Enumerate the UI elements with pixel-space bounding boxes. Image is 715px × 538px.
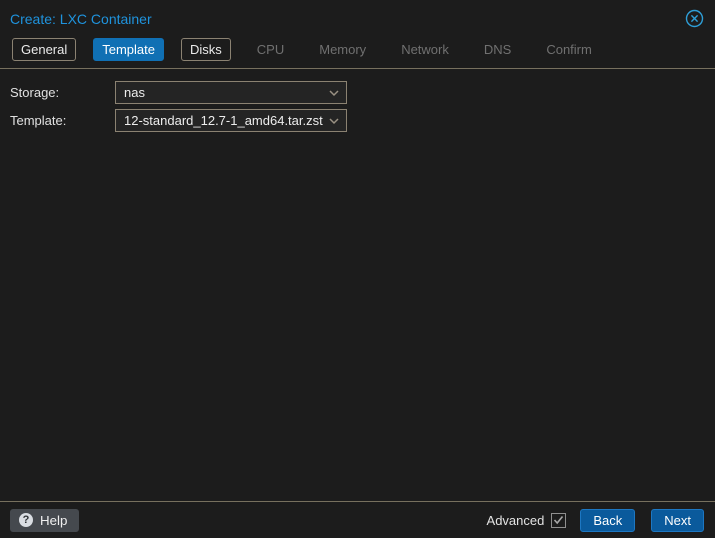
footer-actions: Advanced Back Next <box>486 508 704 532</box>
chevron-down-icon[interactable] <box>328 117 340 125</box>
template-panel: Storage: nas Template: 12-standard_12.7-… <box>0 69 715 501</box>
close-icon[interactable] <box>685 9 704 28</box>
help-button[interactable]: ? Help <box>10 508 80 532</box>
storage-select[interactable]: nas <box>115 81 347 104</box>
next-button[interactable]: Next <box>651 508 704 532</box>
back-button[interactable]: Back <box>580 508 636 532</box>
tab-disks[interactable]: Disks <box>181 38 231 61</box>
template-value: 12-standard_12.7-1_amd64.tar.zst <box>124 113 323 128</box>
template-select[interactable]: 12-standard_12.7-1_amd64.tar.zst <box>115 109 347 132</box>
tab-network: Network <box>401 42 449 57</box>
chevron-down-icon <box>329 117 339 124</box>
template-row: Template: 12-standard_12.7-1_amd64.tar.z… <box>10 109 705 132</box>
tab-dns: DNS <box>483 42 512 57</box>
tab-cpu: CPU <box>256 42 285 57</box>
dialog-titlebar: Create: LXC Container <box>0 0 715 34</box>
tab-template[interactable]: Template <box>93 38 164 61</box>
question-circle-icon: ? <box>19 513 33 527</box>
circle-x-icon <box>685 9 704 28</box>
wizard-tabbar: General Template Disks CPU Memory Networ… <box>0 34 715 69</box>
check-icon <box>554 515 564 525</box>
chevron-down-icon <box>329 89 339 96</box>
tab-confirm: Confirm <box>546 42 592 57</box>
chevron-down-icon[interactable] <box>328 89 340 97</box>
tab-general[interactable]: General <box>12 38 77 61</box>
dialog-footer: ? Help Advanced Back Next <box>0 501 715 538</box>
dialog-title: Create: LXC Container <box>10 10 152 27</box>
storage-row: Storage: nas <box>10 81 705 104</box>
storage-label: Storage: <box>10 85 60 100</box>
create-lxc-container-dialog: Create: LXC Container General Template D… <box>0 0 715 538</box>
advanced-checkbox[interactable] <box>551 512 567 528</box>
tab-memory: Memory <box>319 42 367 57</box>
template-label: Template: <box>10 113 67 128</box>
storage-value: nas <box>124 85 145 100</box>
help-button-label: Help <box>40 512 68 528</box>
advanced-label: Advanced <box>486 512 545 528</box>
